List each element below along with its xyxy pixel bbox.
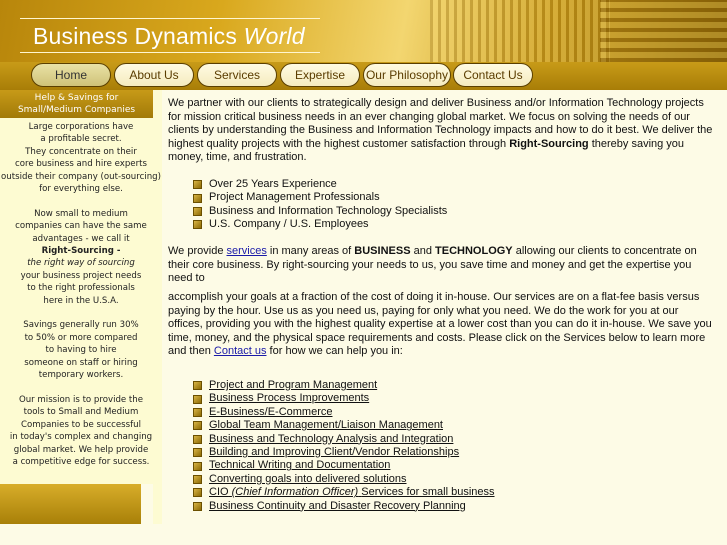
sidebar-block-2d: your business project needs to the right… (20, 270, 142, 306)
list-item: Project and Program Management (193, 379, 495, 392)
list-item: Project Management Professionals (193, 191, 447, 204)
header-rule-top (20, 18, 320, 19)
square-bullet-icon (193, 180, 202, 190)
p2-text-a: We provide (168, 245, 224, 257)
sidebar-block-2: Now small to medium companies can have t… (0, 208, 162, 307)
sidebar-block-1: Large corporations have a profitable sec… (1, 122, 161, 195)
highlight-label: Business and Information Technology Spec… (209, 204, 448, 217)
p2-text-b: in many areas of (269, 245, 352, 257)
sidebar-footer-graphic (0, 484, 153, 524)
list-item: Converting goals into delivered solution… (193, 473, 495, 486)
intro-paragraph: We partner with our clients to strategic… (168, 97, 713, 165)
approach-paragraph: accomplish your goals at a fraction of t… (168, 291, 713, 359)
list-item: Business Continuity and Disaster Recover… (193, 500, 495, 513)
square-bullet-icon (193, 220, 202, 230)
nav-contact-button[interactable]: Contact Us (453, 63, 533, 87)
service-link[interactable]: Technical Writing and Documentation (209, 459, 390, 472)
site-title-main: Business Dynamics (33, 23, 238, 49)
p2-and: and (413, 245, 432, 257)
sidebar-block-4: Our mission is to provide the tools to S… (9, 394, 153, 467)
sidebar-right-way: the right way of sourcing (27, 258, 135, 269)
square-bullet-icon (193, 193, 202, 203)
site-title-emphasis: World (243, 23, 305, 49)
square-bullet-icon (193, 501, 202, 511)
highlight-label: Project Management Professionals (209, 191, 380, 204)
square-bullet-icon (193, 434, 202, 444)
service-link-cio[interactable]: CIO (Chief Information Officer) Services… (209, 486, 495, 499)
service-link[interactable]: Converting goals into delivered solution… (209, 473, 407, 486)
site-title: Business Dynamics World (33, 23, 305, 50)
square-bullet-icon (193, 421, 202, 431)
highlight-label: Over 25 Years Experience (209, 178, 337, 190)
building-graphic (430, 0, 610, 62)
service-link[interactable]: Business Process Improvements (209, 392, 369, 405)
sidebar-text: Large corporations have a profitable sec… (0, 121, 162, 481)
square-bullet-icon (193, 461, 202, 471)
nav-philosophy-button[interactable]: Our Philosophy (363, 63, 451, 87)
service-link[interactable]: Building and Improving Client/Vendor Rel… (209, 446, 459, 459)
sidebar-right-sourcing: Right-Sourcing - (41, 246, 121, 257)
cio-expansion: (Chief Information Officer) (231, 486, 359, 499)
cio-label: CIO (209, 486, 229, 499)
nav-services-button[interactable]: Services (197, 63, 277, 87)
square-bullet-icon (193, 475, 202, 485)
list-item: E-Business/E-Commerce (193, 406, 495, 419)
sidebar-heading: Help & Savings for Small/Medium Companie… (0, 90, 153, 118)
service-link[interactable]: E-Business/E-Commerce (209, 406, 332, 419)
p2-business: BUSINESS (354, 245, 411, 257)
service-link[interactable]: Global Team Management/Liaison Managemen… (209, 419, 443, 432)
list-item: Global Team Management/Liaison Managemen… (193, 419, 495, 432)
sidebar-heading-line2: Small/Medium Companies (17, 105, 136, 115)
service-link[interactable]: Business and Technology Analysis and Int… (209, 433, 453, 446)
nav-expertise-button[interactable]: Expertise (280, 63, 360, 87)
services-list: Project and Program Management Business … (193, 379, 495, 513)
nav-home-button[interactable]: Home (31, 63, 111, 87)
services-paragraph: We provide services in many areas of BUS… (168, 245, 713, 286)
square-bullet-icon (193, 488, 202, 498)
service-link[interactable]: Project and Program Management (209, 379, 377, 392)
p2-technology: TECHNOLOGY (435, 245, 513, 257)
square-bullet-icon (193, 408, 202, 418)
square-bullet-icon (193, 394, 202, 404)
contact-link[interactable]: Contact us (214, 345, 267, 357)
list-item: Business Process Improvements (193, 392, 495, 405)
square-bullet-icon (193, 448, 202, 458)
list-item: CIO (Chief Information Officer) Services… (193, 486, 495, 499)
list-item: Building and Improving Client/Vendor Rel… (193, 446, 495, 459)
highlight-label: U.S. Company / U.S. Employees (209, 218, 369, 231)
p3-text-b: for how we can help you in: (269, 345, 403, 358)
sidebar-heading-line1: Help & Savings for (34, 93, 119, 103)
intro-right-sourcing: Right-Sourcing (509, 137, 589, 150)
square-bullet-icon (193, 381, 202, 391)
list-item: Business and Information Technology Spec… (193, 205, 447, 218)
list-item: Technical Writing and Documentation (193, 459, 495, 472)
sidebar-block-2a: Now small to medium companies can have t… (15, 208, 147, 244)
list-item: Business and Technology Analysis and Int… (193, 433, 495, 446)
sidebar-block-3: Savings generally run 30% to 50% or more… (23, 320, 139, 381)
nav-about-button[interactable]: About Us (114, 63, 194, 87)
service-link[interactable]: Business Continuity and Disaster Recover… (209, 500, 466, 513)
building-graphic-right (600, 0, 727, 62)
header-rule-bottom (20, 52, 320, 53)
list-item: U.S. Company / U.S. Employees (193, 218, 447, 231)
square-bullet-icon (193, 207, 202, 217)
services-link[interactable]: services (227, 245, 267, 257)
list-item: Over 25 Years Experience (193, 178, 447, 191)
cio-label-b: Services for small business (361, 486, 495, 499)
sidebar-footer-notch (141, 484, 153, 524)
highlights-list: Over 25 Years Experience Project Managem… (193, 178, 447, 232)
